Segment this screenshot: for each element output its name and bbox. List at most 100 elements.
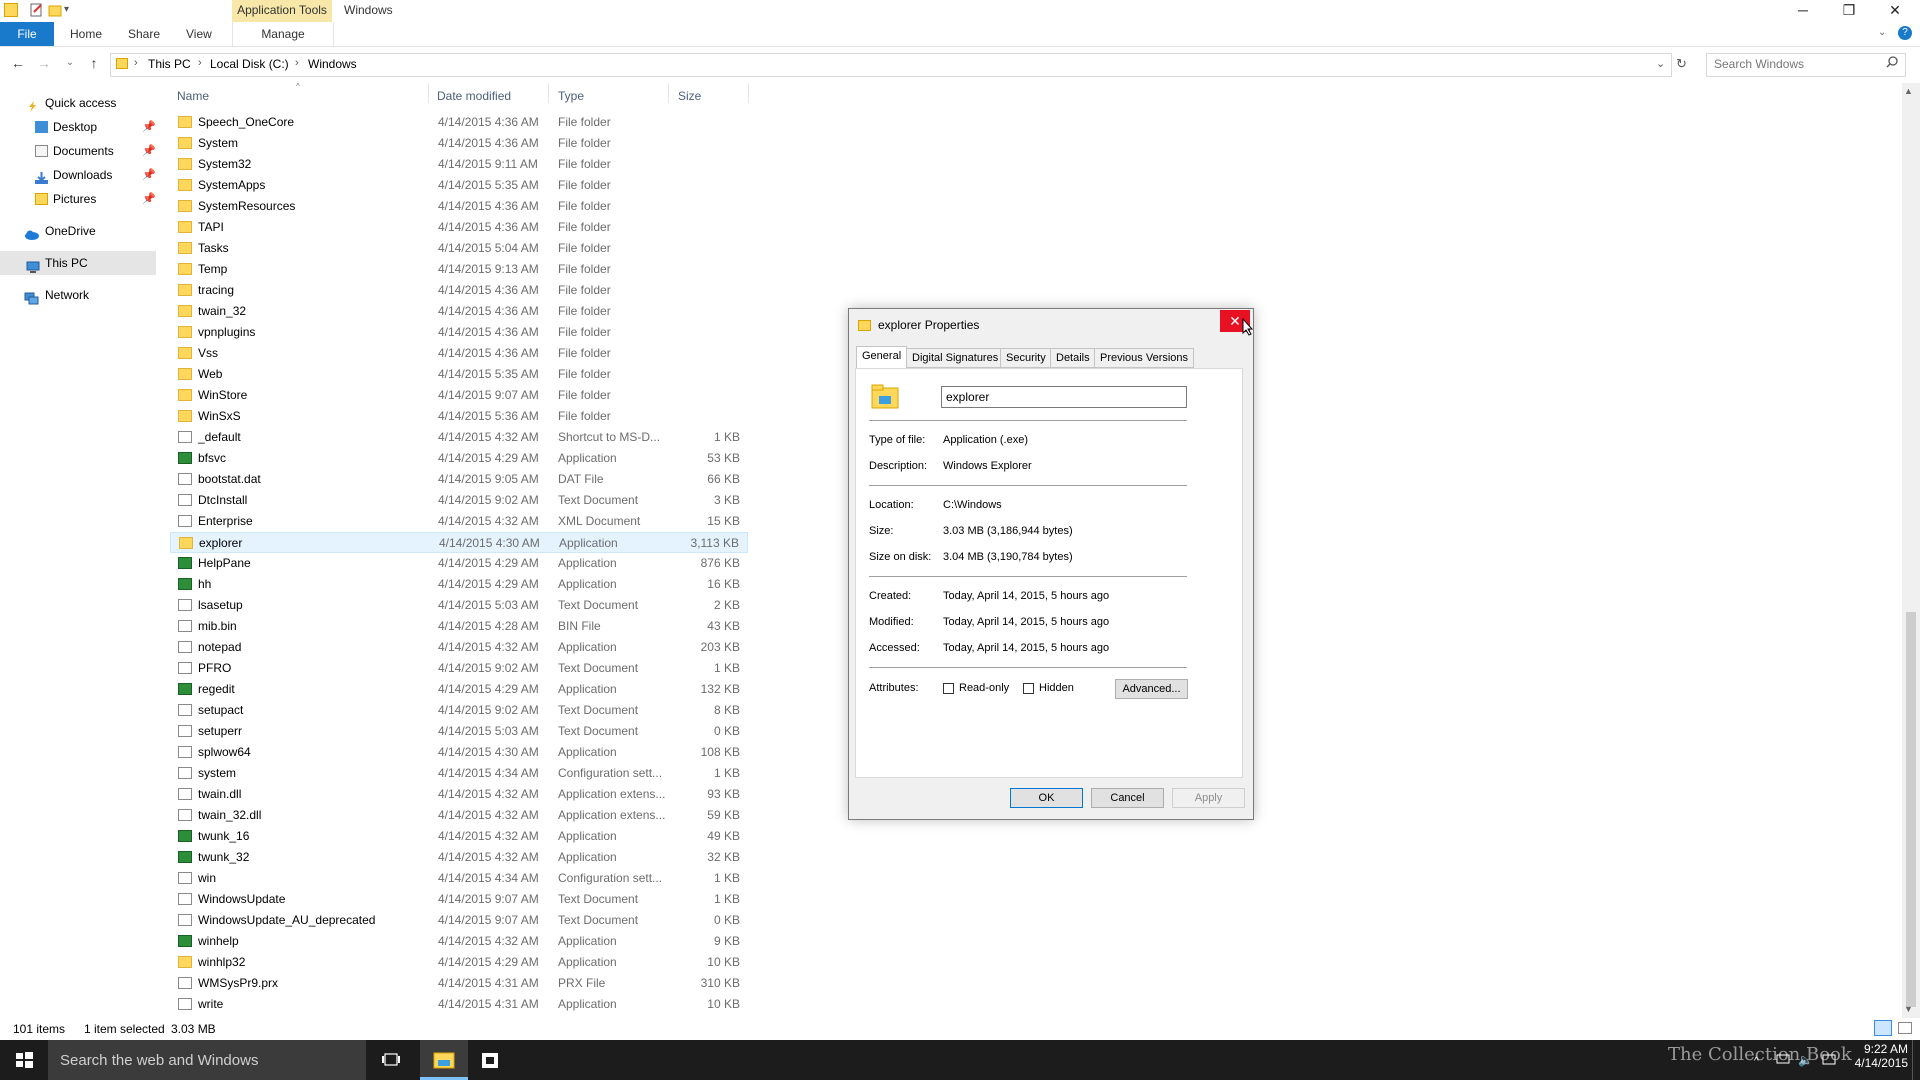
tab-view[interactable]: View xyxy=(186,22,212,46)
taskbar-clock[interactable]: 9:22 AM 4/14/2015 xyxy=(1848,1042,1908,1070)
file-row[interactable]: system 4/14/2015 4:34 AM Configuration set… xyxy=(170,763,748,784)
file-row[interactable]: win 4/14/2015 4:34 AM Configuration sett..… xyxy=(170,868,748,889)
file-row[interactable]: winhlp32 4/14/2015 4:29 AM Application 10 K… xyxy=(170,952,748,973)
file-row[interactable]: twain_32 4/14/2015 4:36 AM File folder xyxy=(170,301,748,322)
file-row[interactable]: WindowsUpdate_AU_deprecated 4/14/2015 9:0… xyxy=(170,910,748,931)
file-row[interactable]: notepad 4/14/2015 4:32 AM Application 203 K… xyxy=(170,637,748,658)
tab-file[interactable]: File xyxy=(0,22,54,46)
nav-pictures[interactable]: Pictures 📌 xyxy=(0,187,156,211)
file-row[interactable]: explorer 4/14/2015 4:30 AM Application 3,11… xyxy=(170,532,748,553)
ok-button[interactable]: OK xyxy=(1010,788,1083,808)
details-view-icon[interactable] xyxy=(1874,1020,1892,1036)
file-row[interactable]: WinSxS 4/14/2015 5:36 AM File folder xyxy=(170,406,748,427)
task-view-icon[interactable] xyxy=(368,1048,416,1072)
file-row[interactable]: Web 4/14/2015 5:35 AM File folder xyxy=(170,364,748,385)
breadcrumb-windows[interactable]: Windows xyxy=(308,57,357,71)
file-row[interactable]: setuperr 4/14/2015 5:03 AM Text Document 0 … xyxy=(170,721,748,742)
customize-toolbar-icon[interactable]: ▾ xyxy=(64,4,69,15)
nav-quick-access[interactable]: Quick access xyxy=(0,91,156,115)
nav-documents[interactable]: Documents 📌 xyxy=(0,139,156,163)
column-divider[interactable] xyxy=(548,83,549,103)
column-divider[interactable] xyxy=(428,83,429,103)
address-dropdown-icon[interactable]: ⌄ xyxy=(1656,57,1665,70)
store-icon[interactable] xyxy=(466,1048,514,1072)
file-row[interactable]: tracing 4/14/2015 4:36 AM File folder xyxy=(170,280,748,301)
advanced-button[interactable]: Advanced... xyxy=(1115,679,1188,699)
properties-icon[interactable] xyxy=(30,3,44,17)
file-row[interactable]: WMSysPr9.prx 4/14/2015 4:31 AM PRX File 310… xyxy=(170,973,748,994)
file-row[interactable]: Speech_OneCore 4/14/2015 4:36 AM File fold… xyxy=(170,112,748,133)
maximize-button[interactable]: ❐ xyxy=(1826,0,1872,22)
file-row[interactable]: splwow64 4/14/2015 4:30 AM Application 108 … xyxy=(170,742,748,763)
minimize-button[interactable]: ─ xyxy=(1780,0,1826,22)
column-header-size[interactable]: Size xyxy=(678,89,701,103)
up-arrow-icon[interactable]: ↑ xyxy=(86,55,102,71)
tab-home[interactable]: Home xyxy=(70,22,102,46)
file-row[interactable]: Tasks 4/14/2015 5:04 AM File folder xyxy=(170,238,748,259)
file-row[interactable]: twunk_32 4/14/2015 4:32 AM Application 32 K… xyxy=(170,847,748,868)
file-row[interactable]: HelpPane 4/14/2015 4:29 AM Application 876 … xyxy=(170,553,748,574)
file-row[interactable]: vpnplugins 4/14/2015 4:36 AM File folder xyxy=(170,322,748,343)
file-row[interactable]: _default 4/14/2015 4:32 AM Shortcut to MS-… xyxy=(170,427,748,448)
file-row[interactable]: SystemApps 4/14/2015 5:35 AM File folder xyxy=(170,175,748,196)
column-header-type[interactable]: Type xyxy=(558,89,584,103)
file-row[interactable]: DtcInstall 4/14/2015 9:02 AM Text Document… xyxy=(170,490,748,511)
back-arrow-icon[interactable]: ← xyxy=(10,55,26,71)
nav-desktop[interactable]: Desktop 📌 xyxy=(0,115,156,139)
tab-share[interactable]: Share xyxy=(128,22,160,46)
column-divider[interactable] xyxy=(748,83,749,103)
nav-onedrive[interactable]: OneDrive xyxy=(0,219,156,243)
tab-details[interactable]: Details xyxy=(1050,348,1096,368)
file-row[interactable]: Vss 4/14/2015 4:36 AM File folder xyxy=(170,343,748,364)
large-icons-view-icon[interactable] xyxy=(1898,1022,1912,1034)
filename-field[interactable]: explorer xyxy=(941,386,1187,408)
file-row[interactable]: bfsvc 4/14/2015 4:29 AM Application 53 KB xyxy=(170,448,748,469)
recent-locations-icon[interactable]: ⌄ xyxy=(62,55,78,71)
show-desktop-button[interactable] xyxy=(1912,1040,1920,1080)
readonly-label[interactable]: Read-only xyxy=(959,682,1009,694)
column-header-date[interactable]: Date modified xyxy=(437,89,511,103)
column-divider[interactable] xyxy=(668,83,669,103)
file-row[interactable]: twunk_16 4/14/2015 4:32 AM Application 49 K… xyxy=(170,826,748,847)
file-row[interactable]: WinStore 4/14/2015 9:07 AM File folder xyxy=(170,385,748,406)
file-row[interactable]: System32 4/14/2015 9:11 AM File folder xyxy=(170,154,748,175)
file-row[interactable]: twain_32.dll 4/14/2015 4:32 AM Application… xyxy=(170,805,748,826)
file-row[interactable]: SystemResources 4/14/2015 4:36 AM File fol… xyxy=(170,196,748,217)
readonly-checkbox[interactable] xyxy=(943,683,954,694)
file-row[interactable]: regedit 4/14/2015 4:29 AM Application 132 K… xyxy=(170,679,748,700)
scroll-up-icon[interactable]: ▲ xyxy=(1904,86,1913,96)
nav-this-pc[interactable]: This PC xyxy=(0,251,156,275)
file-row[interactable]: winhelp 4/14/2015 4:32 AM Application 9 KB xyxy=(170,931,748,952)
breadcrumb-this-pc[interactable]: This PC xyxy=(148,57,191,71)
nav-network[interactable]: Network xyxy=(0,283,156,307)
volume-icon[interactable]: 🔈 xyxy=(1798,1053,1813,1067)
expand-ribbon-icon[interactable]: ⌄ xyxy=(1878,27,1886,38)
help-icon[interactable]: ? xyxy=(1898,26,1912,40)
file-row[interactable]: hh 4/14/2015 4:29 AM Application 16 KB xyxy=(170,574,748,595)
file-row[interactable]: write 4/14/2015 4:31 AM Application 10 KB xyxy=(170,994,748,1015)
new-folder-icon[interactable] xyxy=(48,3,62,17)
cancel-button[interactable]: Cancel xyxy=(1091,788,1164,808)
forward-arrow-icon[interactable]: → xyxy=(36,55,52,71)
scrollbar-thumb[interactable] xyxy=(1906,612,1916,1007)
apply-button[interactable]: Apply xyxy=(1172,788,1245,808)
start-button[interactable] xyxy=(0,1040,48,1080)
file-row[interactable]: TAPI 4/14/2015 4:36 AM File folder xyxy=(170,217,748,238)
nav-downloads[interactable]: Downloads 📌 xyxy=(0,163,156,187)
show-hidden-icons-icon[interactable]: ^ xyxy=(1754,1056,1759,1067)
file-row[interactable]: twain.dll 4/14/2015 4:32 AM Application ex… xyxy=(170,784,748,805)
file-row[interactable]: System 4/14/2015 4:36 AM File folder xyxy=(170,133,748,154)
network-status-icon[interactable] xyxy=(1776,1054,1790,1069)
file-row[interactable]: mib.bin 4/14/2015 4:28 AM BIN File 43 KB xyxy=(170,616,748,637)
search-icon[interactable] xyxy=(1886,56,1898,71)
tab-digital-signatures[interactable]: Digital Signatures xyxy=(906,348,1005,368)
tab-manage[interactable]: Manage xyxy=(232,22,334,46)
hidden-label[interactable]: Hidden xyxy=(1039,682,1074,694)
file-row[interactable]: PFRO 4/14/2015 9:02 AM Text Document 1 KB xyxy=(170,658,748,679)
action-center-icon[interactable] xyxy=(1822,1054,1836,1069)
tab-security[interactable]: Security xyxy=(1000,348,1052,368)
file-row[interactable]: Enterprise 4/14/2015 4:32 AM XML Document 1… xyxy=(170,511,748,532)
tab-previous-versions[interactable]: Previous Versions xyxy=(1094,348,1195,368)
close-button[interactable]: ✕ xyxy=(1872,0,1918,22)
refresh-icon[interactable]: ↻ xyxy=(1676,56,1687,72)
